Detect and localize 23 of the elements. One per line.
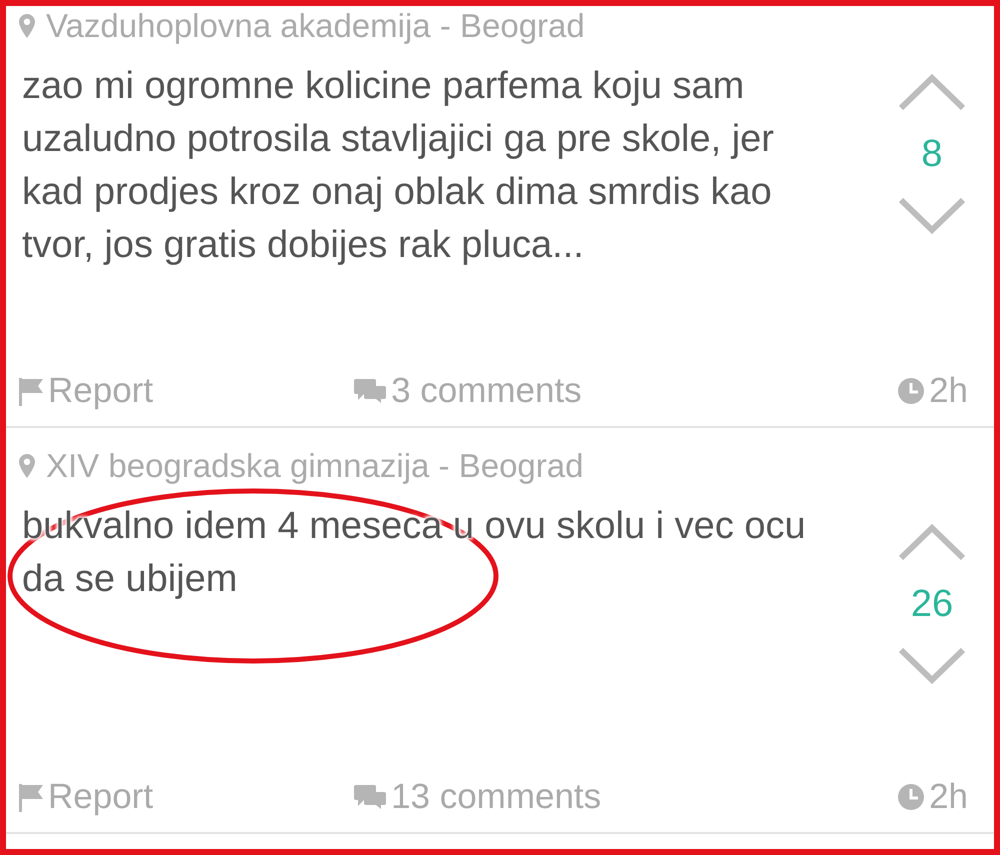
vote-count: 8 bbox=[921, 134, 943, 174]
post-time: 2h bbox=[929, 777, 968, 817]
location-pin-icon bbox=[18, 13, 36, 39]
post-time: 2h bbox=[929, 371, 968, 411]
downvote-icon[interactable] bbox=[897, 646, 967, 686]
report-button[interactable]: Report bbox=[18, 371, 154, 411]
flag-icon bbox=[18, 376, 44, 406]
upvote-icon[interactable] bbox=[897, 522, 967, 562]
post-text: zao mi ogromne kolicine parfema koju sam uzaludno potrosila stavljajici ga pre skole, jer kad prodjes kroz onaj oblak dima smrdis kao tvor, jos gratis dobijes rak pluca... bbox=[22, 64, 775, 268]
comments-button[interactable]: 3 comments bbox=[353, 371, 582, 411]
vote-count: 26 bbox=[910, 584, 954, 624]
clock-icon bbox=[897, 783, 926, 811]
clock-icon bbox=[897, 377, 926, 405]
location-label: XIV beogradska gimnazija - Beograd bbox=[46, 447, 584, 485]
upvote-icon[interactable] bbox=[897, 72, 967, 112]
flag-icon bbox=[18, 782, 44, 812]
location-label: Vazduhoplovna akademija - Beograd bbox=[46, 7, 585, 45]
downvote-icon[interactable] bbox=[897, 196, 967, 236]
comments-button[interactable]: 13 comments bbox=[353, 777, 602, 817]
location-pin-icon bbox=[18, 453, 36, 479]
chat-bubbles-icon bbox=[353, 378, 388, 404]
chat-bubbles-icon bbox=[353, 784, 388, 810]
report-button[interactable]: Report bbox=[18, 777, 154, 817]
